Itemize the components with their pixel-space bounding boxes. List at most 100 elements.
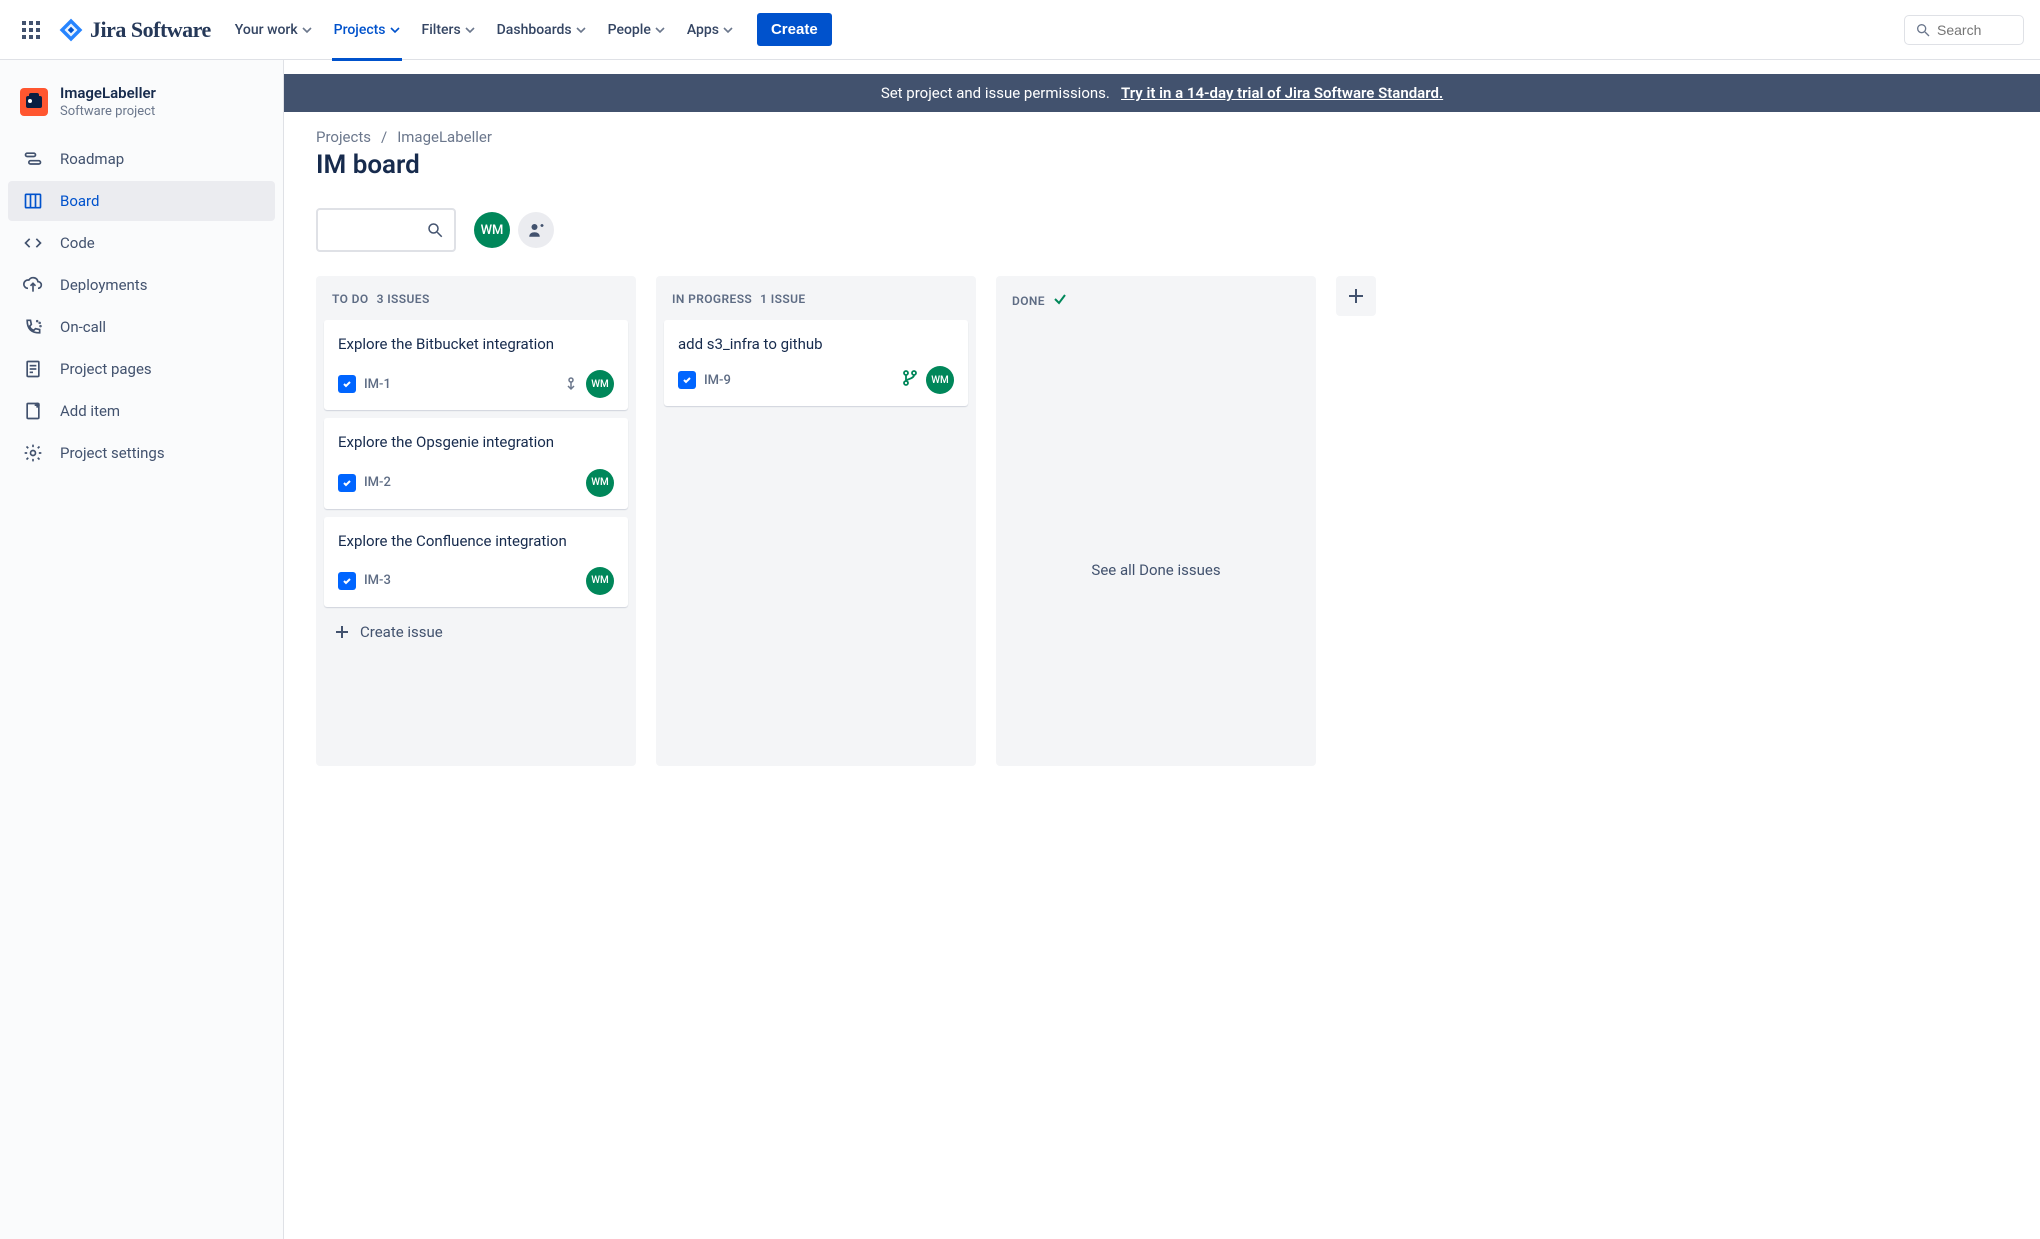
issue-key: IM-1 <box>364 377 391 392</box>
sidebar-item-label: Deployments <box>60 276 147 294</box>
jira-logo[interactable]: Jira Software <box>58 17 211 43</box>
board-title: IM board <box>316 150 2040 180</box>
product-name: Jira Software <box>90 17 211 43</box>
issue-card[interactable]: Explore the Bitbucket integration IM-1 W… <box>324 320 628 410</box>
issue-key: IM-2 <box>364 475 391 490</box>
chevron-down-icon <box>390 25 400 35</box>
sidebar-item-roadmap[interactable]: Roadmap <box>8 139 275 179</box>
chevron-down-icon <box>655 25 665 35</box>
top-navigation: Jira Software Your work Projects Filters… <box>0 0 2040 60</box>
sidebar-item-label: On-call <box>60 318 106 336</box>
create-issue-label: Create issue <box>360 623 443 641</box>
task-type-icon <box>338 375 356 393</box>
nav-people[interactable]: People <box>598 14 675 46</box>
priority-medium-icon <box>564 377 578 391</box>
sidebar-item-deployments[interactable]: Deployments <box>8 265 275 305</box>
breadcrumb-current[interactable]: ImageLabeller <box>397 128 492 146</box>
card-title: Explore the Confluence integration <box>338 531 614 551</box>
nav-projects[interactable]: Projects <box>324 14 410 46</box>
nav-projects-label: Projects <box>334 22 386 38</box>
nav-filters[interactable]: Filters <box>412 14 485 46</box>
banner-text: Set project and issue permissions. <box>881 84 1110 102</box>
sidebar-item-settings[interactable]: Project settings <box>8 433 275 473</box>
app-switcher-icon[interactable] <box>12 11 50 49</box>
sidebar-item-add[interactable]: Add item <box>8 391 275 431</box>
add-column-button[interactable] <box>1336 276 1376 316</box>
issue-card[interactable]: add s3_infra to github IM-9 WM <box>664 320 968 406</box>
assignee-avatar: WM <box>586 370 614 398</box>
project-header[interactable]: ImageLabeller Software project <box>8 84 275 139</box>
jira-logo-icon <box>58 17 84 43</box>
task-type-icon <box>338 572 356 590</box>
phone-icon <box>22 317 44 337</box>
cloud-upload-icon <box>22 275 44 295</box>
board-avatars: WM <box>474 212 554 248</box>
sidebar-item-label: Roadmap <box>60 150 124 168</box>
add-people-button[interactable] <box>518 212 554 248</box>
sidebar-item-label: Project pages <box>60 360 152 378</box>
chevron-down-icon <box>302 25 312 35</box>
nav-your-work-label: Your work <box>235 22 298 38</box>
nav-apps-label: Apps <box>687 22 719 38</box>
done-column-body: See all Done issues <box>1004 323 1308 756</box>
sidebar-nav: Roadmap Board Code Deployments On-call P… <box>8 139 275 473</box>
global-search[interactable] <box>1904 15 2024 45</box>
chevron-down-icon <box>465 25 475 35</box>
breadcrumbs: Projects / ImageLabeller <box>316 128 2040 146</box>
issue-key: IM-9 <box>704 373 731 388</box>
primary-nav: Your work Projects Filters Dashboards Pe… <box>225 13 832 46</box>
sidebar-item-label: Code <box>60 234 95 252</box>
sidebar-item-project-pages[interactable]: Project pages <box>8 349 275 389</box>
upgrade-banner: Set project and issue permissions. Try i… <box>284 74 2040 112</box>
sidebar-item-code[interactable]: Code <box>8 223 275 263</box>
column-name: DONE <box>1012 294 1045 308</box>
board-search[interactable] <box>316 208 456 252</box>
card-title: add s3_infra to github <box>678 334 954 354</box>
user-avatar[interactable]: WM <box>474 212 510 248</box>
column-name: IN PROGRESS <box>672 292 752 306</box>
plus-icon <box>334 624 350 640</box>
card-title: Explore the Opsgenie integration <box>338 432 614 452</box>
banner-link[interactable]: Try it in a 14-day trial of Jira Softwar… <box>1121 84 1443 102</box>
column-header[interactable]: IN PROGRESS 1 ISSUE <box>664 292 968 320</box>
breadcrumb-projects[interactable]: Projects <box>316 128 371 146</box>
search-icon <box>426 221 444 239</box>
sidebar-item-label: Board <box>60 192 99 210</box>
column-done: DONE See all Done issues <box>996 276 1316 766</box>
column-header[interactable]: DONE <box>1004 292 1308 323</box>
plus-icon <box>1346 286 1366 306</box>
add-person-icon <box>527 221 545 239</box>
assignee-avatar: WM <box>586 469 614 497</box>
column-header[interactable]: TO DO 3 ISSUES <box>324 292 628 320</box>
issue-key: IM-3 <box>364 573 391 588</box>
see-all-done-link[interactable]: See all Done issues <box>1091 561 1220 579</box>
sidebar-item-label: Project settings <box>60 444 165 462</box>
main-content: Set project and issue permissions. Try i… <box>284 60 2040 1239</box>
nav-dashboards-label: Dashboards <box>497 22 572 38</box>
create-issue-button[interactable]: Create issue <box>324 611 628 645</box>
chevron-down-icon <box>723 25 733 35</box>
create-button[interactable]: Create <box>757 13 832 46</box>
issue-card[interactable]: Explore the Confluence integration IM-3 … <box>324 517 628 607</box>
check-icon <box>1053 292 1067 309</box>
nav-people-label: People <box>608 22 651 38</box>
board-columns: TO DO 3 ISSUES Explore the Bitbucket int… <box>316 276 2040 766</box>
global-search-input[interactable] <box>1937 22 2013 38</box>
add-page-icon <box>22 401 44 421</box>
sidebar-item-oncall[interactable]: On-call <box>8 307 275 347</box>
assignee-avatar: WM <box>586 567 614 595</box>
project-type: Software project <box>60 104 156 119</box>
nav-apps[interactable]: Apps <box>677 14 743 46</box>
branch-icon <box>902 370 918 390</box>
assignee-avatar: WM <box>926 366 954 394</box>
board-toolbar: WM <box>316 208 2040 252</box>
nav-your-work[interactable]: Your work <box>225 14 322 46</box>
card-title: Explore the Bitbucket integration <box>338 334 614 354</box>
column-name: TO DO <box>332 292 369 306</box>
issue-card[interactable]: Explore the Opsgenie integration IM-2 WM <box>324 418 628 508</box>
nav-dashboards[interactable]: Dashboards <box>487 14 596 46</box>
column-count: 3 ISSUES <box>377 292 430 306</box>
sidebar-item-board[interactable]: Board <box>8 181 275 221</box>
top-nav-right <box>1904 15 2024 45</box>
project-avatar <box>20 88 48 116</box>
